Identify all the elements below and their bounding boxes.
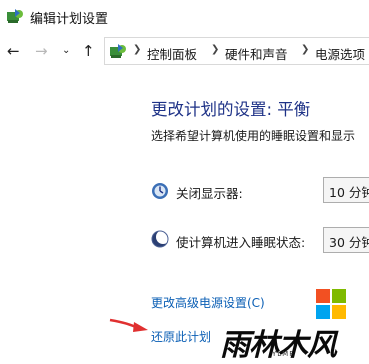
breadcrumb-separator-icon: ❯ <box>133 44 142 55</box>
display-off-select[interactable]: 10 分钟 <box>323 177 369 203</box>
display-icon <box>152 183 168 199</box>
breadcrumb-hardware-sound[interactable]: 硬件和声音 <box>225 44 288 63</box>
back-arrow-icon[interactable]: ← <box>7 42 20 60</box>
page-description: 选择希望计算机使用的睡眠设置和显示 <box>151 129 356 143</box>
advanced-power-settings-link[interactable]: 更改高级电源设置(C) <box>151 294 265 311</box>
windows-logo-icon <box>316 289 346 319</box>
title-bar: 编辑计划设置 <box>0 0 369 32</box>
up-arrow-icon[interactable]: ↑ <box>82 42 95 60</box>
sleep-select[interactable]: 30 分钟 <box>323 227 369 253</box>
address-bar[interactable]: ❯ 控制面板 ❯ 硬件和声音 ❯ 电源选项 <box>104 37 369 65</box>
watermark-subtext: YLMF <box>272 350 295 358</box>
sleep-value: 30 分钟 <box>329 235 369 250</box>
main-content: 更改计划的设置: 平衡 选择希望计算机使用的睡眠设置和显示 关闭显示器: 10 … <box>0 70 369 363</box>
power-options-icon <box>7 9 23 23</box>
window-title: 编辑计划设置 <box>30 12 109 27</box>
watermark: 雨林木风 YLMF <box>220 320 369 363</box>
breadcrumb-power-options[interactable]: 电源选项 <box>315 44 365 63</box>
chevron-down-icon[interactable]: ⌄ <box>62 42 70 60</box>
sleep-label: 使计算机进入睡眠状态: <box>176 235 306 250</box>
breadcrumb-separator-icon: ❯ <box>301 44 310 55</box>
breadcrumb-separator-icon: ❯ <box>211 44 220 55</box>
display-off-label: 关闭显示器: <box>176 186 243 201</box>
page-title: 更改计划的设置: 平衡 <box>151 100 311 119</box>
moon-icon <box>151 230 170 248</box>
control-panel-icon <box>110 44 126 58</box>
forward-arrow-icon[interactable]: → <box>35 42 48 60</box>
restore-plan-link[interactable]: 还原此计划 <box>151 328 211 345</box>
display-off-value: 10 分钟 <box>329 185 369 200</box>
breadcrumb-control-panel[interactable]: 控制面板 <box>147 44 197 63</box>
red-arrow-icon <box>109 318 148 332</box>
